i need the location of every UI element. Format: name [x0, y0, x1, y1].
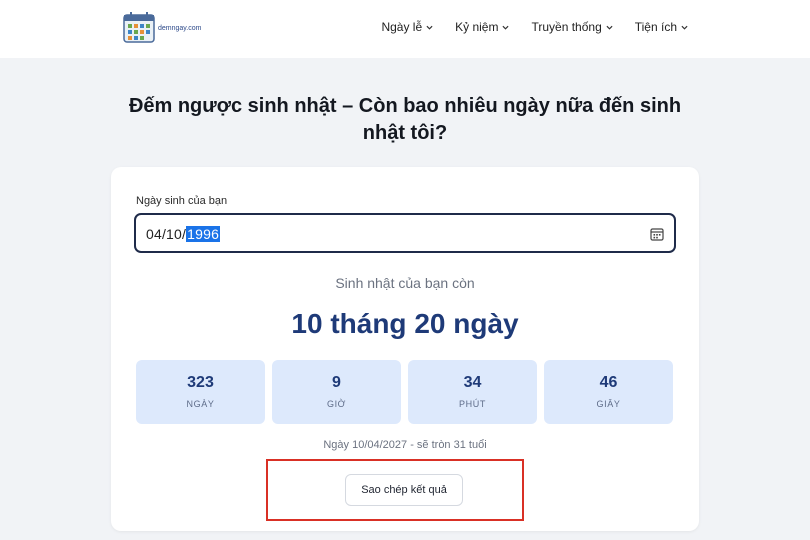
chevron-down-icon	[426, 25, 433, 30]
chevron-down-icon	[681, 25, 688, 30]
dob-date-input[interactable]: 04/10/1996	[134, 213, 676, 253]
calendar-picker-icon[interactable]	[650, 227, 664, 241]
unit-value: 323	[187, 374, 214, 391]
unit-box-seconds: 46 GIÂY	[544, 360, 673, 424]
unit-value: 46	[599, 374, 618, 391]
nav-item-label: Ngày lễ	[381, 20, 423, 34]
unit-label: GIỜ	[326, 399, 347, 409]
unit-value: 34	[463, 374, 482, 391]
nav-item-label: Tiện ích	[634, 20, 677, 34]
remain-label: Sinh nhật của bạn còn	[335, 275, 475, 291]
birthday-date-info: Ngày 10/04/2027 - sẽ tròn 31 tuổi	[323, 439, 487, 451]
dob-label: Ngày sinh của bạn	[136, 195, 228, 207]
nav-item-label: Kỷ niệm	[455, 20, 499, 34]
copy-result-button[interactable]: Sao chép kết quả	[345, 474, 463, 506]
main-nav: Ngày lễ Kỷ niệm Truyền thống Tiện ích	[381, 20, 688, 34]
unit-label: NGÀY	[186, 399, 215, 409]
unit-box-hours: 9 GIỜ	[272, 360, 401, 424]
logo-text: demngay.com	[158, 24, 202, 32]
dob-value-day-month: 04/10/	[146, 226, 187, 242]
nav-item-label: Truyền thống	[531, 20, 602, 34]
unit-box-minutes: 34 PHÚT	[408, 360, 537, 424]
calendar-logo-icon	[123, 12, 155, 43]
dob-value-year-selected: 1996	[186, 226, 221, 242]
countdown-units: 323 NGÀY 9 GIỜ 34 PHÚT 46 GIÂY	[136, 360, 673, 424]
page-title: Đếm ngược sinh nhật – Còn bao nhiêu ngày…	[128, 95, 682, 144]
site-logo[interactable]: demngay.com	[122, 10, 201, 44]
unit-label: PHÚT	[459, 399, 486, 409]
nav-item-truyen-thong[interactable]: Truyền thống	[531, 20, 613, 34]
unit-value: 9	[332, 374, 341, 391]
countdown-card: Ngày sinh của bạn 04/10/1996 Sinh nhật c…	[111, 167, 699, 531]
chevron-down-icon	[606, 25, 613, 30]
unit-label: GIÂY	[596, 399, 621, 409]
countdown-summary: 10 tháng 20 ngày	[291, 308, 519, 339]
unit-box-days: 323 NGÀY	[136, 360, 265, 424]
nav-item-tien-ich[interactable]: Tiện ích	[635, 20, 688, 34]
nav-item-ky-niem[interactable]: Kỷ niệm	[455, 20, 510, 34]
nav-item-ngay-le[interactable]: Ngày lễ	[381, 20, 433, 34]
chevron-down-icon	[502, 25, 510, 30]
top-navigation-bar: demngay.com Ngày lễ Kỷ niệm Truyền thống…	[0, 0, 810, 58]
dob-value: 04/10/1996	[146, 226, 221, 242]
